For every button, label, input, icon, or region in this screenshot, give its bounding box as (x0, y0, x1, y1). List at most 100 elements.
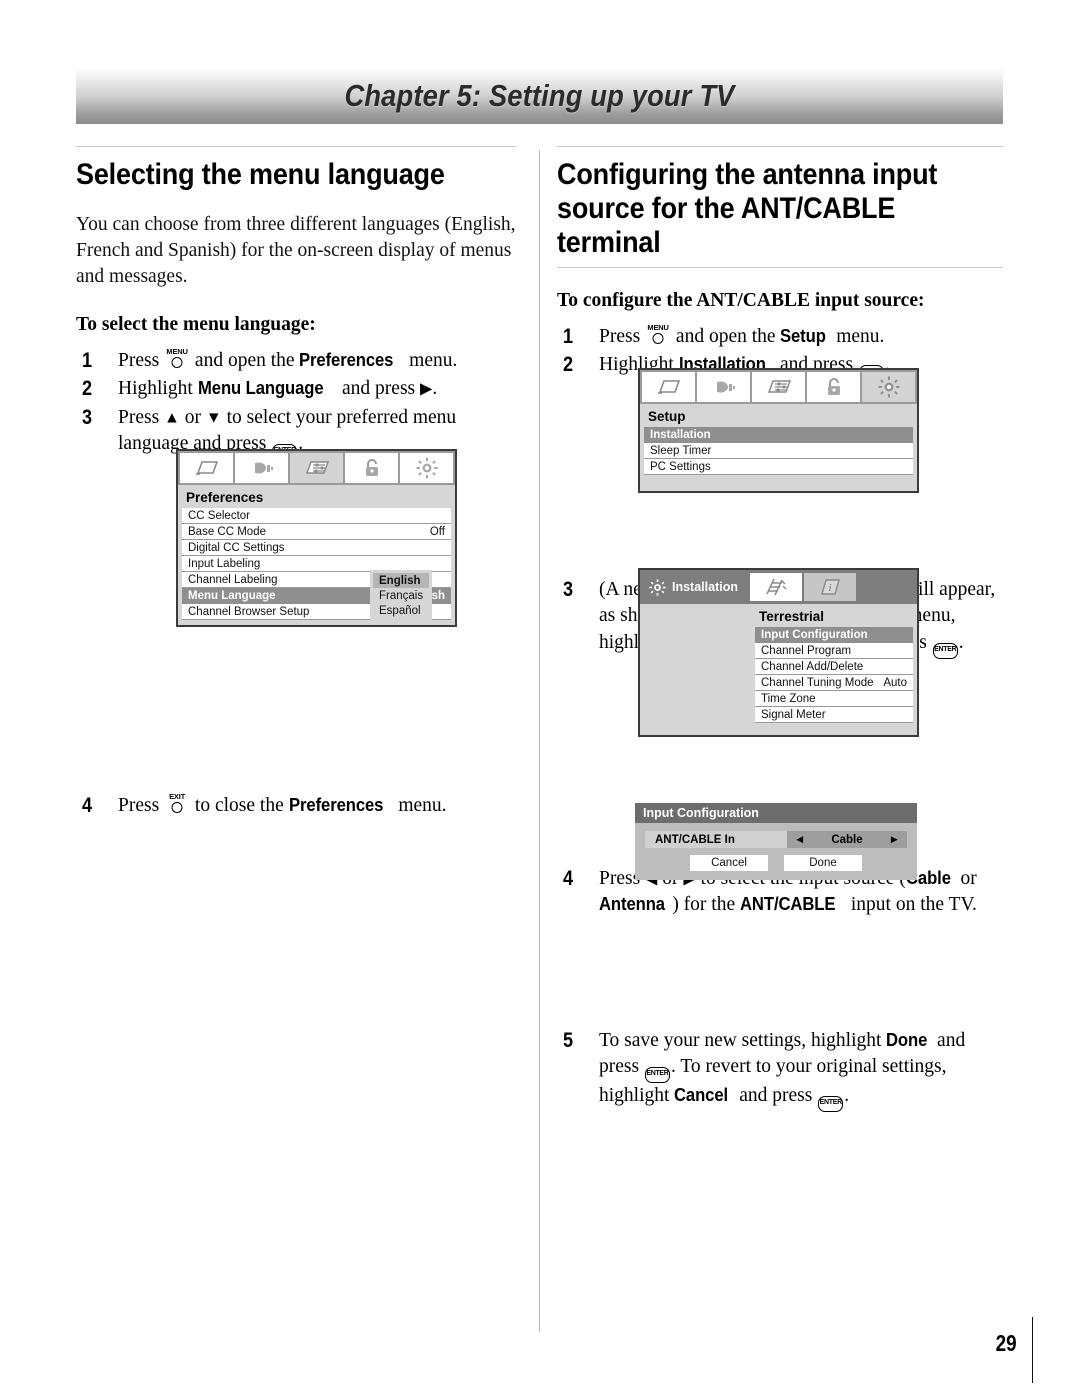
table-row[interactable]: Signal Meter (755, 707, 913, 723)
setup-menu-panel: Setup Installation Sleep Timer PC Settin… (640, 404, 917, 491)
right-heading-line1: Configuring the antenna input (557, 158, 938, 191)
step-text: Press MENU and open the Setup menu. (599, 322, 885, 347)
osd-icon-bar (178, 451, 455, 485)
row-label: Input Configuration (761, 628, 868, 641)
row-label: Channel Browser Setup (188, 605, 310, 618)
audio-icon-tile[interactable] (697, 372, 750, 402)
row-label: Channel Program (761, 644, 852, 657)
ant-cable-in-row[interactable]: ANT/CABLE In ◄ Cable ► (645, 831, 907, 848)
locks-icon-tile[interactable] (807, 372, 860, 402)
antenna-icon-tile[interactable] (749, 573, 802, 601)
picture-icon-tile[interactable] (642, 372, 695, 402)
row-label: Input Labeling (188, 557, 261, 570)
left-column: Selecting the menu language You can choo… (76, 146, 516, 821)
left-steps-list: 1 Press MENU and open the Preferences me… (76, 348, 516, 460)
row-label: Signal Meter (761, 708, 826, 721)
step-text: Press MENU and open the Preferences menu… (118, 346, 458, 371)
language-popup: English Français Español (370, 570, 432, 621)
left-steps-list-continued: 4 Press EXIT to close the Preferences me… (76, 793, 516, 819)
picture-icon-tile[interactable] (180, 453, 233, 483)
locks-icon-tile[interactable] (345, 453, 398, 483)
row-label: Channel Labeling (188, 573, 278, 586)
table-row[interactable]: Time Zone (755, 691, 913, 707)
right-subheading: To configure the ANT/CABLE input source: (557, 289, 925, 311)
step-text: Press ▲ or ▼ to select your preferred me… (118, 407, 456, 460)
table-row[interactable]: Sleep Timer (644, 443, 913, 459)
ui-term: Antenna (599, 892, 665, 914)
dialog-title: Input Configuration (635, 803, 917, 823)
row-label: Digital CC Settings (188, 541, 285, 554)
preferences-icon-tile[interactable] (290, 453, 343, 483)
dialog-buttons: Cancel Done (635, 855, 917, 871)
setup-osd-screenshot: Setup Installation Sleep Timer PC Settin… (638, 368, 919, 493)
preferences-osd-screenshot: Preferences CC Selector Base CC Mode Off … (176, 449, 457, 627)
row-label: CC Selector (188, 509, 250, 522)
chapter-title: Chapter 5: Setting up your TV (344, 78, 735, 113)
table-row-selected[interactable]: Input Configuration (755, 627, 913, 643)
menu-title: Terrestrial (759, 609, 825, 624)
preferences-icon-tile[interactable] (752, 372, 805, 402)
table-row[interactable]: Base CC Mode Off (182, 524, 451, 540)
row-value-selector[interactable]: ◄ Cable ► (787, 831, 907, 848)
ui-term: ANT/CABLE (740, 892, 836, 914)
left-arrow-icon[interactable]: ◄ (794, 834, 805, 846)
table-row[interactable]: Channel Add/Delete (755, 659, 913, 675)
right-heading-line2: source for the ANT/CABLE terminal (557, 192, 896, 260)
row-value: Auto (883, 676, 907, 689)
menu-title: Preferences (186, 490, 264, 505)
row-value: Off (429, 525, 445, 538)
table-row[interactable]: CC Selector (182, 508, 451, 524)
down-arrow-icon: ▼ (205, 409, 222, 427)
installation-header-label: Installation (643, 573, 748, 601)
menu-key-icon: MENU (165, 348, 189, 368)
step-text: Press EXIT to close the Preferences menu… (118, 791, 447, 816)
done-button[interactable]: Done (784, 855, 862, 871)
list-item: 4 Press EXIT to close the Preferences me… (76, 793, 516, 819)
right-heading-underrule (557, 266, 1003, 268)
table-row[interactable]: PC Settings (644, 459, 913, 475)
ui-term: Cancel (674, 1084, 729, 1106)
table-row[interactable]: Digital CC Settings (182, 540, 451, 556)
menu-title: Setup (648, 409, 686, 424)
cancel-button[interactable]: Cancel (690, 855, 768, 871)
row-label: ANT/CABLE In (645, 831, 787, 848)
setup-icon-tile[interactable] (400, 453, 453, 483)
enter-key-icon: ENTER (818, 1096, 844, 1113)
info-icon-tile[interactable]: i (803, 573, 856, 601)
row-label: Channel Add/Delete (761, 660, 864, 673)
step-number: 2 (563, 352, 574, 376)
row-label: PC Settings (650, 460, 711, 473)
installation-title-text: Installation (672, 580, 738, 594)
language-option-espanol[interactable]: Español (373, 603, 429, 618)
audio-icon-tile[interactable] (235, 453, 288, 483)
row-label: Time Zone (761, 692, 816, 705)
enter-key-icon: ENTER (644, 1067, 670, 1084)
row-label: Installation (650, 428, 711, 441)
table-row-selected[interactable]: Installation (644, 427, 913, 443)
right-arrow-icon[interactable]: ► (889, 834, 900, 846)
column-divider (539, 150, 540, 1332)
chapter-banner: Chapter 5: Setting up your TV (76, 68, 1003, 124)
step-text: Highlight Menu Language and press ▶. (118, 377, 438, 400)
table-row[interactable]: Channel Program (755, 643, 913, 659)
ui-term: Done (886, 1029, 928, 1051)
list-item: 2 Highlight Menu Language and press ▶. (76, 376, 516, 402)
row-label: Channel Tuning Mode (761, 676, 874, 689)
page-number: 29 (996, 1330, 1017, 1356)
row-label: Sleep Timer (650, 444, 712, 457)
language-option-english[interactable]: English (373, 573, 429, 588)
step-number: 1 (563, 324, 574, 348)
right-heading-rule (557, 146, 1003, 147)
installation-header-bar: Installation i (640, 570, 917, 604)
table-row[interactable]: Channel Tuning Mode Auto (755, 675, 913, 691)
svg-text:i: i (828, 582, 831, 594)
ui-term: Preferences (288, 793, 383, 815)
language-option-francais[interactable]: Français (373, 588, 429, 603)
list-item: 1 Press MENU and open the Setup menu. (557, 324, 1003, 350)
row-label: Menu Language (188, 589, 276, 602)
list-item: 5 To save your new settings, highlight D… (557, 1028, 1003, 1113)
step-number: 5 (563, 1029, 574, 1053)
setup-icon-tile[interactable] (862, 372, 915, 402)
ui-term: Preferences (299, 348, 394, 370)
step-number: 3 (563, 577, 574, 601)
